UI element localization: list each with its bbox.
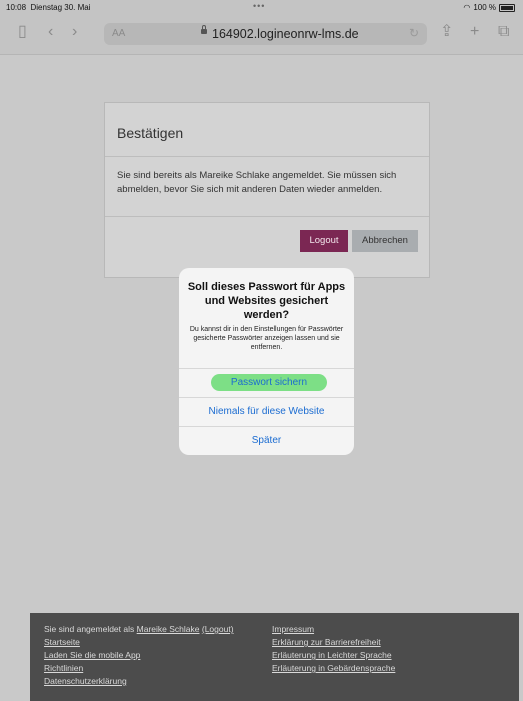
lock-icon: [201, 25, 207, 34]
new-tab-icon[interactable]: +: [470, 22, 479, 42]
back-icon[interactable]: ‹: [48, 22, 53, 42]
wifi-icon: ◠: [463, 3, 471, 12]
share-icon[interactable]: ⇪: [440, 22, 453, 42]
logged-in-info: Sie sind angemeldet als Mareike Schlake …: [44, 624, 234, 634]
reload-icon[interactable]: ↻: [409, 26, 419, 40]
address-bar[interactable]: AA 164902.logineonrw-lms.de ↻: [104, 23, 427, 45]
save-password-button[interactable]: Passwort sichern: [211, 374, 327, 391]
browser-toolbar: ▯ ‹ › AA 164902.logineonrw-lms.de ↻ ⇪ + …: [0, 14, 523, 55]
footer-logout-link[interactable]: (Logout): [202, 624, 234, 634]
dialog-title: Bestätigen: [117, 125, 184, 141]
status-time-date: 10:08 Dienstag 30. Mai: [6, 3, 91, 12]
footer-link-privacy[interactable]: Datenschutzerklärung: [44, 676, 127, 686]
logout-button[interactable]: Logout: [300, 230, 348, 252]
status-bar: 10:08 Dienstag 30. Mai ••• ◠ 100 %: [0, 0, 523, 14]
multitasking-dots-icon[interactable]: •••: [253, 1, 265, 11]
page-footer: Sie sind angemeldet als Mareike Schlake …: [30, 613, 519, 701]
prompt-description: Du kannst dir in den Einstellungen für P…: [189, 326, 344, 351]
user-profile-link[interactable]: Mareike Schlake: [137, 624, 200, 634]
footer-link-easy-language[interactable]: Erläuterung in Leichter Sprache: [272, 650, 392, 660]
later-button[interactable]: Später: [179, 435, 354, 446]
forward-icon[interactable]: ›: [72, 22, 77, 42]
dialog-divider: [105, 216, 429, 217]
sidebar-icon[interactable]: ▯: [18, 22, 27, 42]
footer-link-mobile-app[interactable]: Laden Sie die mobile App: [44, 650, 140, 660]
status-right: ◠ 100 %: [463, 3, 515, 12]
status-date: Dienstag 30. Mai: [30, 3, 91, 12]
logged-in-prefix: Sie sind angemeldet als: [44, 624, 135, 634]
cancel-button[interactable]: Abbrechen: [352, 230, 418, 252]
footer-link-policies[interactable]: Richtlinien: [44, 663, 83, 673]
prompt-divider: [179, 426, 354, 427]
dialog-message: Sie sind bereits als Mareike Schlake ang…: [117, 170, 397, 195]
save-password-prompt: Soll dieses Passwort für Apps und Websit…: [179, 268, 354, 455]
battery-percentage: 100 %: [473, 3, 496, 12]
prompt-divider: [179, 397, 354, 398]
status-time: 10:08: [6, 3, 27, 12]
dialog-divider: [105, 156, 429, 157]
footer-link-sign-language[interactable]: Erläuterung in Gebärdensprache: [272, 663, 395, 673]
footer-link-imprint[interactable]: Impressum: [272, 624, 314, 634]
url-text[interactable]: 164902.logineonrw-lms.de: [212, 27, 359, 41]
battery-icon: [499, 3, 515, 12]
prompt-divider: [179, 368, 354, 369]
text-size-button[interactable]: AA: [112, 28, 125, 39]
footer-link-home[interactable]: Startseite: [44, 637, 80, 647]
footer-link-accessibility[interactable]: Erklärung zur Barrierefreiheit: [272, 637, 381, 647]
prompt-title: Soll dieses Passwort für Apps und Websit…: [187, 281, 346, 321]
never-for-website-button[interactable]: Niemals für diese Website: [179, 406, 354, 417]
tabs-icon[interactable]: ⧉: [498, 22, 509, 42]
confirm-dialog: Bestätigen Sie sind bereits als Mareike …: [104, 102, 430, 278]
